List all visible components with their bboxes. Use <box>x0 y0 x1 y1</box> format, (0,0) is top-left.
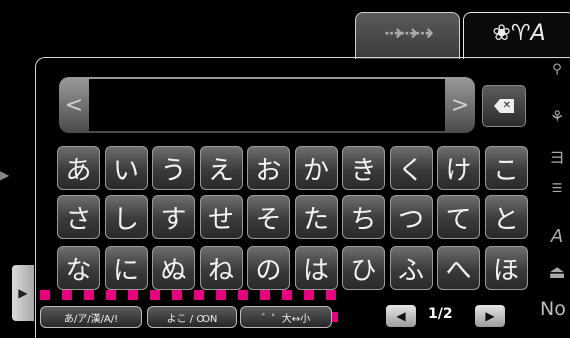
key-1-5[interactable]: た <box>294 195 338 239</box>
highlight-marker <box>172 290 182 300</box>
key-1-7[interactable]: つ <box>389 195 433 239</box>
chevron-right-icon: ▶ <box>18 286 28 300</box>
script-mode-button[interactable]: あ/ア/漢/A/! <box>40 306 142 328</box>
highlight-marker <box>304 290 314 300</box>
key-2-7[interactable]: ふ <box>389 246 433 290</box>
key-1-0[interactable]: さ <box>57 195 100 239</box>
key-0-2[interactable]: う <box>152 146 195 190</box>
text-input-field[interactable] <box>89 79 445 131</box>
key-0-8[interactable]: け <box>437 146 480 190</box>
key-1-1[interactable]: し <box>104 195 148 239</box>
backspace-icon: ✕ <box>494 99 514 113</box>
tab-stitch-label: ⇢⇢⇢ <box>384 21 433 46</box>
highlight-marker <box>260 290 270 300</box>
highlight-marker <box>150 290 160 300</box>
key-0-3[interactable]: え <box>199 146 243 190</box>
cursor-right-button[interactable]: > <box>446 77 474 133</box>
previous-panel-arrow-icon: ▶ <box>0 168 10 182</box>
highlight-marker <box>332 312 338 322</box>
key-2-1[interactable]: に <box>104 246 148 290</box>
highlight-marker <box>128 290 138 300</box>
key-0-0[interactable]: あ <box>57 146 100 190</box>
highlight-marker <box>216 290 226 300</box>
tab-character-label: ❀♈A <box>492 21 546 46</box>
highlight-marker <box>40 290 50 300</box>
key-0-1[interactable]: い <box>104 146 148 190</box>
key-2-9[interactable]: ほ <box>484 246 528 290</box>
highlight-marker <box>326 290 336 300</box>
tray-icon[interactable]: ⏏ <box>546 262 568 283</box>
key-2-6[interactable]: ひ <box>342 246 385 290</box>
key-2-0[interactable]: な <box>57 246 100 290</box>
satin-stitch-icon[interactable]: ☰ <box>546 181 568 195</box>
key-1-9[interactable]: と <box>484 195 528 239</box>
triangle-left-icon: ◀ <box>396 309 406 323</box>
spool-pin-icon[interactable]: ⚲ <box>546 62 568 77</box>
key-0-9[interactable]: こ <box>484 146 528 190</box>
highlight-marker <box>84 290 94 300</box>
page-indicator: 1/2 <box>428 306 453 322</box>
side-panel-toggle-button[interactable]: ▶ <box>12 265 34 321</box>
tab-character-decorative[interactable]: ❀♈A <box>463 12 570 59</box>
highlight-marker <box>106 290 116 300</box>
key-2-3[interactable]: ね <box>199 246 243 290</box>
key-1-2[interactable]: す <box>152 195 195 239</box>
bracket-stitch-icon[interactable]: ヨ <box>546 144 568 168</box>
key-2-8[interactable]: へ <box>437 246 480 290</box>
key-2-5[interactable]: は <box>294 246 338 290</box>
flower-stitch-icon[interactable]: ⚘ <box>546 107 568 126</box>
page-next-button[interactable]: ▶ <box>475 305 505 327</box>
letter-a-icon[interactable]: A <box>546 226 568 247</box>
key-1-8[interactable]: て <box>437 195 480 239</box>
highlight-marker <box>62 290 72 300</box>
key-0-6[interactable]: き <box>342 146 385 190</box>
key-0-5[interactable]: か <box>294 146 338 190</box>
triangle-right-icon: ▶ <box>485 309 495 323</box>
key-2-2[interactable]: ぬ <box>152 246 195 290</box>
tab-stitch[interactable]: ⇢⇢⇢ <box>355 12 460 59</box>
key-1-6[interactable]: ち <box>342 195 385 239</box>
highlight-marker <box>238 290 248 300</box>
modifier-mode-button[interactable]: ゛゜大↔小 <box>240 306 332 328</box>
key-2-4[interactable]: の <box>247 246 290 290</box>
highlight-marker <box>282 290 292 300</box>
orientation-mode-button[interactable]: よこ / ꝎN <box>147 306 237 328</box>
cursor-left-button[interactable]: < <box>60 77 88 133</box>
key-0-4[interactable]: お <box>247 146 290 190</box>
delete-button[interactable]: ✕ <box>482 85 526 127</box>
page-previous-button[interactable]: ◀ <box>386 305 416 327</box>
highlight-marker <box>194 290 204 300</box>
side-label-no: No <box>540 298 566 320</box>
key-1-3[interactable]: せ <box>199 195 243 239</box>
key-1-4[interactable]: そ <box>247 195 290 239</box>
key-0-7[interactable]: く <box>389 146 433 190</box>
